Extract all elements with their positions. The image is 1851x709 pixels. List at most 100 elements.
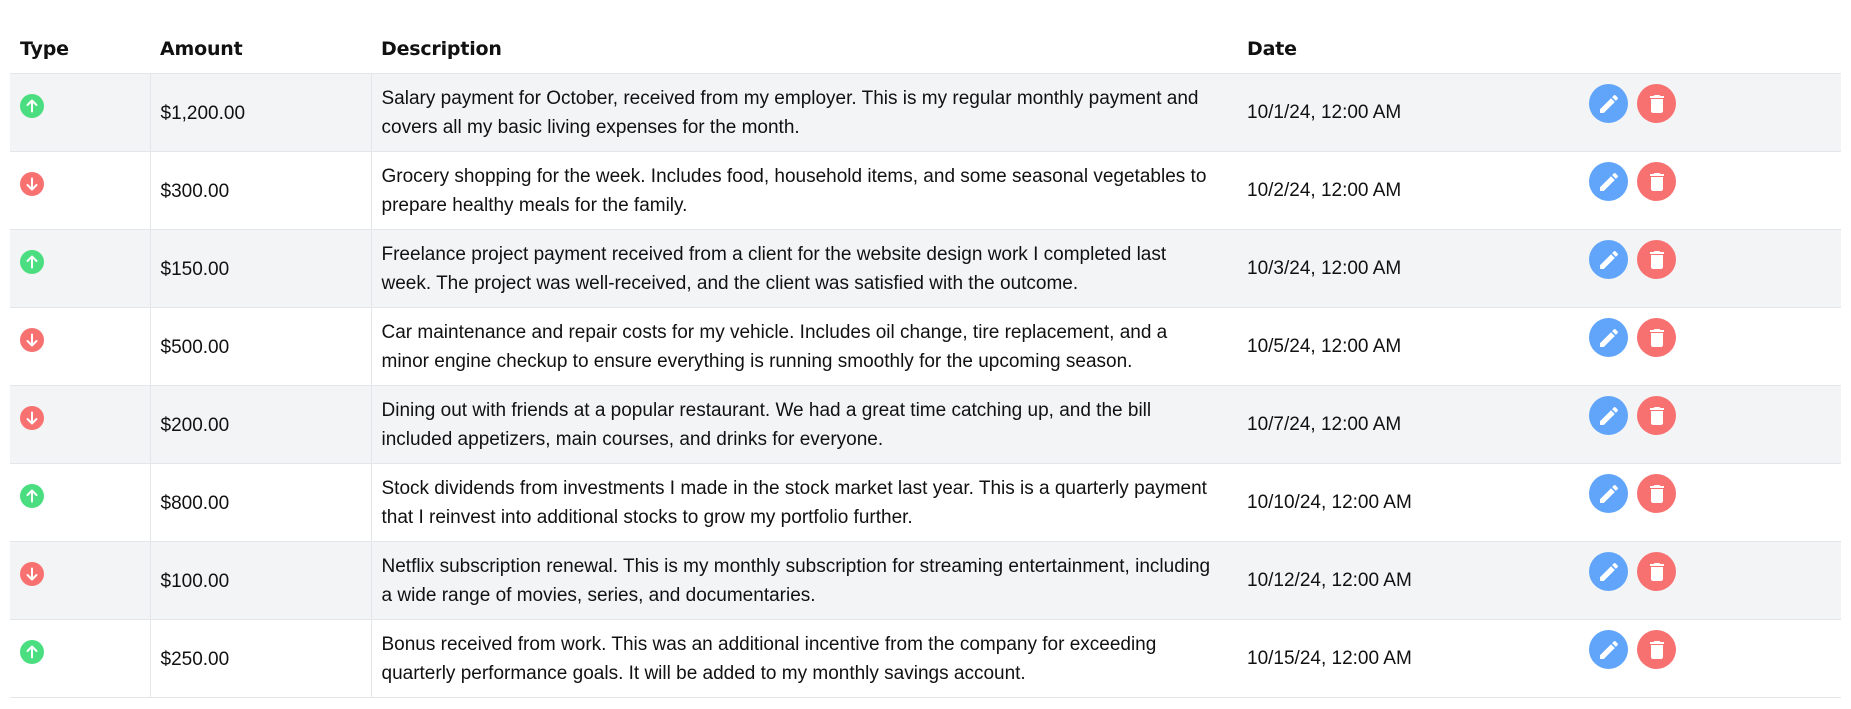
description-cell: Salary payment for October, received fro… bbox=[371, 74, 1237, 152]
description-cell: Car maintenance and repair costs for my … bbox=[371, 308, 1237, 386]
edit-button[interactable] bbox=[1589, 162, 1628, 201]
table-header: Type Amount Description Date bbox=[10, 24, 1841, 74]
table-row: $300.00 Grocery shopping for the week. I… bbox=[10, 151, 1841, 230]
edit-button[interactable] bbox=[1589, 84, 1628, 123]
amount-value: $250.00 bbox=[160, 649, 230, 670]
pencil-icon bbox=[1599, 406, 1618, 425]
table-row: $100.00 Netflix subscription renewal. Th… bbox=[10, 541, 1841, 620]
delete-button[interactable] bbox=[1637, 552, 1676, 591]
delete-button[interactable] bbox=[1637, 318, 1676, 357]
row-actions bbox=[1589, 474, 1841, 513]
date-value: 10/7/24, 12:00 AM bbox=[1247, 414, 1402, 435]
description-cell: Freelance project payment received from … bbox=[371, 230, 1237, 308]
description-text: Salary payment for October, received fro… bbox=[381, 87, 1199, 138]
row-actions bbox=[1589, 396, 1841, 435]
arrow-down-icon bbox=[20, 562, 44, 586]
type-cell bbox=[10, 151, 151, 230]
delete-button[interactable] bbox=[1637, 162, 1676, 201]
date-cell: 10/1/24, 12:00 AM bbox=[1237, 74, 1589, 152]
pencil-icon bbox=[1599, 328, 1618, 347]
edit-button[interactable] bbox=[1589, 318, 1628, 357]
description-text: Car maintenance and repair costs for my … bbox=[381, 321, 1168, 372]
date-value: 10/3/24, 12:00 AM bbox=[1247, 258, 1402, 279]
amount-cell: $100.00 bbox=[150, 541, 372, 620]
edit-button[interactable] bbox=[1589, 630, 1628, 669]
delete-button[interactable] bbox=[1637, 630, 1676, 669]
type-cell bbox=[10, 463, 151, 542]
delete-button[interactable] bbox=[1637, 474, 1676, 513]
arrow-up-icon bbox=[20, 484, 44, 508]
description-text: Stock dividends from investments I made … bbox=[381, 477, 1207, 528]
date-cell: 10/2/24, 12:00 AM bbox=[1237, 152, 1589, 230]
amount-value: $500.00 bbox=[160, 337, 230, 358]
date-cell: 10/5/24, 12:00 AM bbox=[1237, 308, 1589, 386]
arrow-down-icon bbox=[20, 406, 44, 430]
delete-button[interactable] bbox=[1637, 84, 1676, 123]
edit-button[interactable] bbox=[1589, 552, 1628, 591]
date-value: 10/15/24, 12:00 AM bbox=[1247, 648, 1412, 669]
column-header-amount: Amount bbox=[160, 37, 243, 60]
trash-icon bbox=[1649, 250, 1664, 269]
amount-value: $100.00 bbox=[160, 571, 230, 592]
actions-cell bbox=[1589, 308, 1841, 386]
transactions-table-container: Type Amount Description Date $1,200.00 S… bbox=[10, 24, 1841, 698]
transactions-table: Type Amount Description Date $1,200.00 S… bbox=[10, 24, 1841, 698]
amount-cell: $1,200.00 bbox=[150, 73, 372, 152]
date-cell: 10/10/24, 12:00 AM bbox=[1237, 464, 1589, 542]
arrow-up-icon bbox=[20, 250, 44, 274]
amount-cell: $150.00 bbox=[150, 229, 372, 308]
type-cell bbox=[10, 229, 151, 308]
type-cell bbox=[10, 541, 151, 620]
arrow-down-icon bbox=[20, 328, 44, 352]
date-value: 10/2/24, 12:00 AM bbox=[1247, 180, 1402, 201]
trash-icon bbox=[1649, 406, 1664, 425]
actions-cell bbox=[1589, 464, 1841, 542]
header-row: Type Amount Description Date bbox=[10, 24, 1841, 74]
edit-button[interactable] bbox=[1589, 240, 1628, 279]
date-value: 10/10/24, 12:00 AM bbox=[1247, 492, 1412, 513]
type-cell bbox=[10, 307, 151, 386]
amount-value: $200.00 bbox=[160, 415, 230, 436]
row-actions bbox=[1589, 162, 1841, 201]
table-row: $800.00 Stock dividends from investments… bbox=[10, 463, 1841, 542]
delete-button[interactable] bbox=[1637, 396, 1676, 435]
actions-cell bbox=[1589, 386, 1841, 464]
pencil-icon bbox=[1599, 640, 1618, 659]
description-text: Freelance project payment received from … bbox=[381, 243, 1167, 294]
edit-button[interactable] bbox=[1589, 474, 1628, 513]
trash-icon bbox=[1649, 172, 1664, 191]
table-row: $150.00 Freelance project payment receiv… bbox=[10, 229, 1841, 308]
date-cell: 10/15/24, 12:00 AM bbox=[1237, 620, 1589, 698]
delete-button[interactable] bbox=[1637, 240, 1676, 279]
date-cell: 10/12/24, 12:00 AM bbox=[1237, 542, 1589, 620]
amount-cell: $500.00 bbox=[150, 307, 372, 386]
row-actions bbox=[1589, 552, 1841, 591]
trash-icon bbox=[1649, 640, 1664, 659]
column-header-type: Type bbox=[20, 37, 69, 60]
actions-cell bbox=[1589, 230, 1841, 308]
date-value: 10/1/24, 12:00 AM bbox=[1247, 102, 1402, 123]
description-text: Bonus received from work. This was an ad… bbox=[381, 633, 1157, 684]
actions-cell bbox=[1589, 620, 1841, 698]
table-row: $1,200.00 Salary payment for October, re… bbox=[10, 73, 1841, 152]
amount-cell: $200.00 bbox=[150, 385, 372, 464]
type-cell bbox=[10, 385, 151, 464]
row-actions bbox=[1589, 84, 1841, 123]
trash-icon bbox=[1649, 94, 1664, 113]
description-cell: Stock dividends from investments I made … bbox=[371, 464, 1237, 542]
description-cell: Bonus received from work. This was an ad… bbox=[371, 620, 1237, 698]
actions-cell bbox=[1589, 74, 1841, 152]
arrow-up-icon bbox=[20, 94, 44, 118]
column-header-description: Description bbox=[381, 37, 502, 60]
date-value: 10/5/24, 12:00 AM bbox=[1247, 336, 1402, 357]
amount-cell: $300.00 bbox=[150, 151, 372, 230]
actions-cell bbox=[1589, 542, 1841, 620]
row-actions bbox=[1589, 630, 1841, 669]
description-text: Grocery shopping for the week. Includes … bbox=[381, 165, 1207, 216]
amount-cell: $250.00 bbox=[150, 619, 372, 698]
pencil-icon bbox=[1599, 562, 1618, 581]
date-cell: 10/7/24, 12:00 AM bbox=[1237, 386, 1589, 464]
pencil-icon bbox=[1599, 94, 1618, 113]
amount-value: $800.00 bbox=[160, 493, 230, 514]
edit-button[interactable] bbox=[1589, 396, 1628, 435]
